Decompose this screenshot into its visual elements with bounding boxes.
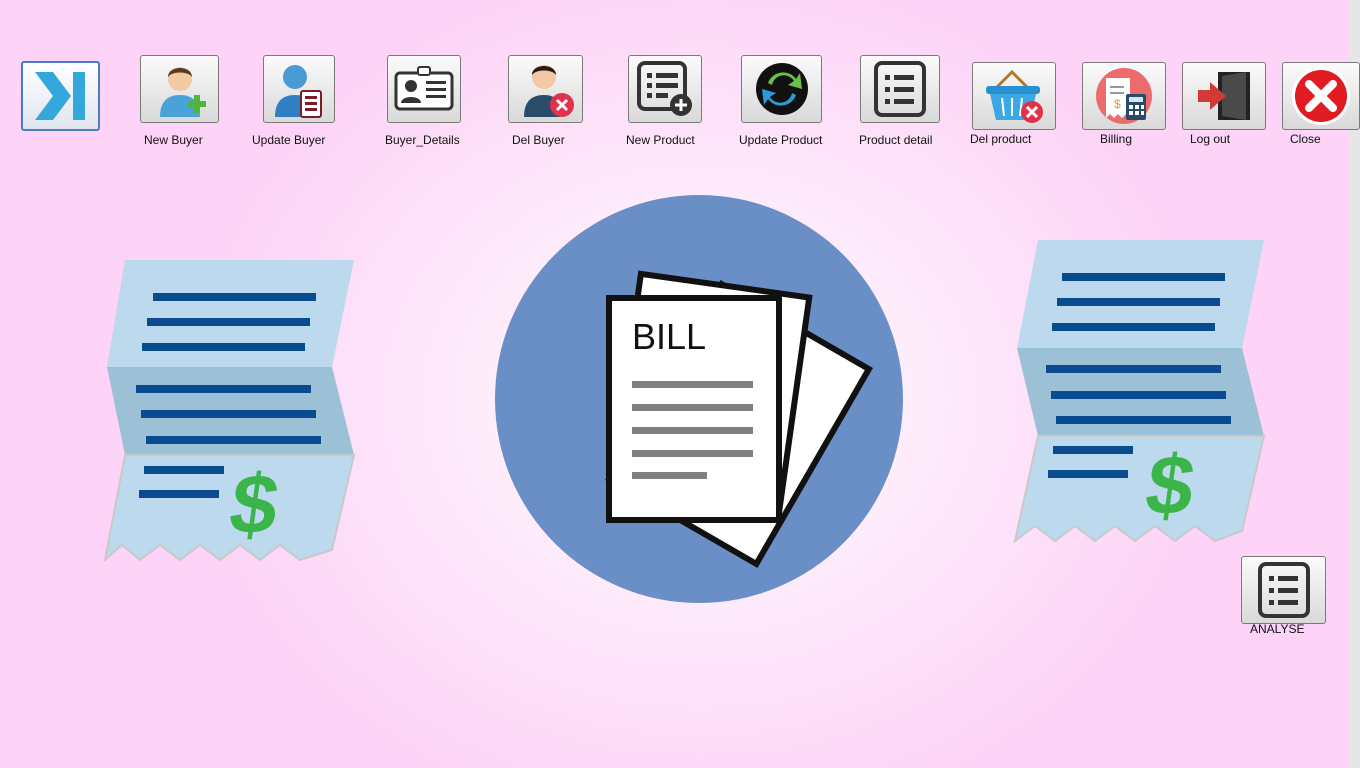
new-buyer-label: New Buyer	[144, 133, 203, 147]
billing-button[interactable]: $	[1082, 62, 1166, 130]
update-product-button[interactable]	[741, 55, 822, 123]
del-product-button[interactable]	[972, 62, 1056, 130]
add-list-icon	[637, 61, 692, 116]
product-detail-label: Product detail	[859, 133, 933, 147]
new-buyer-button[interactable]	[140, 55, 219, 123]
buyer-details-button[interactable]	[387, 55, 461, 123]
del-product-label: Del product	[970, 132, 1032, 146]
list-icon	[1257, 562, 1310, 618]
close-label: Close	[1290, 132, 1321, 146]
id-card-icon	[394, 66, 454, 111]
delete-user-icon	[523, 65, 574, 117]
del-buyer-label: Del Buyer	[512, 133, 565, 147]
log-out-button[interactable]	[1182, 62, 1266, 130]
update-buyer-label: Update Buyer	[252, 133, 326, 147]
analyse-label: ANALYSE	[1250, 622, 1305, 636]
receipt-illustration-left: $	[103, 260, 356, 563]
billing-label: Billing	[1100, 132, 1133, 146]
update-buyer-button[interactable]	[263, 55, 335, 123]
collapse-right-icon	[34, 72, 85, 120]
svg-text:$: $	[1114, 97, 1121, 111]
close-button[interactable]	[1282, 62, 1360, 130]
log-out-label: Log out	[1190, 132, 1231, 146]
add-user-icon	[159, 67, 206, 117]
product-detail-button[interactable]	[860, 55, 940, 123]
buyer-details-label: Buyer_Details	[385, 133, 460, 147]
refresh-icon	[755, 63, 808, 115]
del-buyer-button[interactable]	[508, 55, 583, 123]
list-icon	[874, 61, 926, 117]
exit-door-icon	[1198, 72, 1250, 120]
new-product-label: New Product	[626, 133, 695, 147]
update-product-label: Update Product	[739, 133, 823, 147]
toolbar-toggle-button[interactable]	[21, 61, 100, 131]
close-icon	[1292, 67, 1350, 125]
new-product-button[interactable]	[628, 55, 702, 123]
analyse-button[interactable]	[1241, 556, 1326, 624]
receipt-illustration-right: $	[1013, 240, 1266, 544]
bill-emblem: BILL	[495, 195, 903, 603]
billing-calculator-icon: $	[1096, 68, 1152, 124]
delete-basket-icon	[986, 69, 1043, 123]
edit-user-icon	[275, 65, 322, 118]
bill-title: BILL	[632, 316, 706, 357]
